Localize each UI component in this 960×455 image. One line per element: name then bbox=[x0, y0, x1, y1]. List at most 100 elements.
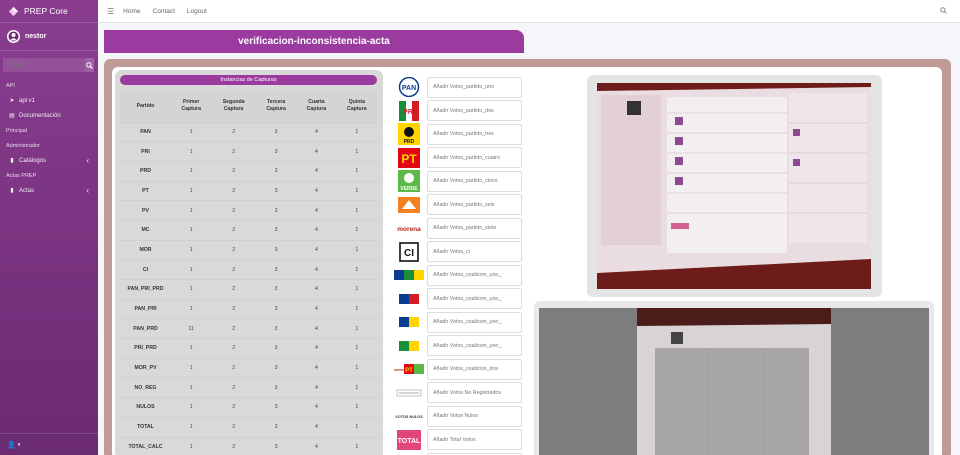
svg-text:morena: morena bbox=[394, 368, 405, 372]
search-input[interactable] bbox=[3, 58, 85, 72]
acta-preview-icon bbox=[539, 308, 929, 455]
form-row: PT bbox=[394, 147, 528, 169]
column-header-partido: Partido bbox=[120, 91, 171, 122]
nav-link-home[interactable]: Home bbox=[123, 8, 140, 15]
table-row: PRD 1 2 3 4 1 bbox=[120, 160, 377, 182]
capture-cell: 1 bbox=[336, 141, 377, 162]
votes-input[interactable] bbox=[427, 76, 522, 98]
header-text: Primer bbox=[182, 99, 200, 106]
footer-user-menu[interactable]: 👤 ▾ bbox=[0, 433, 98, 455]
sidebar-item-documentacion[interactable]: ▤ Documentación bbox=[0, 108, 98, 123]
acta-image-preview[interactable] bbox=[539, 308, 929, 455]
pri-logo-icon: PRI bbox=[394, 100, 424, 121]
capture-cell: 4 bbox=[296, 436, 337, 455]
table-row: PAN_PRI_PRD 1 2 3 4 1 bbox=[120, 279, 377, 300]
svg-text:morena: morena bbox=[397, 226, 421, 233]
sidebar-item-api-v1[interactable]: ➤ api v1 bbox=[0, 93, 98, 108]
capture-cell: 1 bbox=[171, 436, 212, 455]
capture-cell: 1 bbox=[336, 377, 377, 398]
votes-input[interactable] bbox=[427, 170, 522, 192]
form-row: CI bbox=[394, 241, 528, 263]
votes-input[interactable] bbox=[427, 358, 522, 380]
coalicion-pan-pri-prd-icon bbox=[394, 265, 424, 285]
coalicion-pan-prd-icon bbox=[394, 312, 424, 332]
capture-cell: 1 bbox=[171, 397, 212, 418]
capture-cell: 1 bbox=[336, 397, 377, 418]
votes-input[interactable] bbox=[427, 382, 522, 403]
section-actas-prep: Actas PREP bbox=[6, 173, 37, 179]
votes-input[interactable] bbox=[427, 100, 522, 121]
capture-cell: 2 bbox=[211, 357, 256, 378]
svg-text:VOTOS NULOS: VOTOS NULOS bbox=[395, 415, 423, 419]
table-row: NULOS 1 2 3 4 1 bbox=[120, 397, 377, 418]
capture-cell: 2 bbox=[211, 338, 256, 359]
party-cell: MC bbox=[120, 219, 171, 241]
votes-input[interactable] bbox=[427, 405, 522, 427]
table-row: PT 1 2 3 4 1 bbox=[120, 180, 377, 201]
header-text: Segunda bbox=[222, 99, 245, 106]
votes-input[interactable] bbox=[427, 429, 522, 450]
capture-cell: 4 bbox=[296, 160, 337, 182]
capture-cell: 4 bbox=[296, 397, 337, 418]
table-row: PRI 1 2 3 4 1 bbox=[120, 141, 377, 162]
acta-image[interactable] bbox=[597, 83, 871, 289]
capture-cell: 11 bbox=[171, 318, 212, 339]
capturas-table: Partido Primer Captura Segunda Captura Ter… bbox=[120, 91, 377, 455]
header-text: Tercera bbox=[266, 99, 286, 106]
hamburger-icon[interactable]: ☰ bbox=[107, 7, 114, 16]
party-cell: MOR bbox=[120, 239, 171, 260]
svg-text:PRI: PRI bbox=[403, 109, 415, 116]
capture-cell: 1 bbox=[171, 239, 212, 260]
svg-text:PT: PT bbox=[405, 368, 413, 374]
capture-cell: 4 bbox=[296, 338, 337, 359]
mc-logo-icon bbox=[394, 195, 424, 215]
capture-cell: 2 bbox=[211, 200, 256, 221]
votes-input[interactable] bbox=[427, 123, 522, 145]
capture-cell: 3 bbox=[255, 298, 297, 319]
capture-cell: 2 bbox=[211, 141, 256, 162]
party-cell: PRD bbox=[120, 160, 171, 182]
capture-cell: 1 bbox=[336, 279, 377, 300]
sidebar-item-actas[interactable]: ▮ Actas ‹ bbox=[0, 183, 98, 198]
nav-link-contact[interactable]: Contact bbox=[153, 8, 175, 15]
brand[interactable]: PREP Core bbox=[0, 0, 98, 23]
ci-logo-icon: CI bbox=[394, 241, 424, 262]
capture-cell: 2 bbox=[211, 377, 256, 398]
capture-cell: 3 bbox=[255, 239, 297, 260]
nav-link-logout[interactable]: Logout bbox=[187, 8, 207, 15]
table-row: PRI_PRD 1 2 3 4 1 bbox=[120, 338, 377, 359]
votes-input[interactable] bbox=[427, 147, 522, 168]
votes-input[interactable] bbox=[427, 264, 522, 286]
table-row: PAN_PRI 1 2 3 4 1 bbox=[120, 298, 377, 319]
form-row: PAN bbox=[394, 76, 528, 98]
header-text: Captura bbox=[223, 106, 244, 113]
coalicion-pan-pri-icon bbox=[394, 289, 424, 309]
search-button[interactable] bbox=[85, 58, 94, 72]
capture-cell: 4 bbox=[296, 377, 337, 398]
sidebar-item-catalogos[interactable]: ▮ Catálogos ‹ bbox=[0, 153, 98, 168]
votes-input[interactable] bbox=[427, 288, 522, 309]
no-registrados-icon bbox=[394, 383, 424, 403]
pan-logo-icon: PAN bbox=[394, 77, 424, 97]
votes-input[interactable] bbox=[427, 217, 522, 239]
capture-cell: 3 bbox=[255, 357, 297, 378]
capture-cell: 1 bbox=[336, 416, 377, 437]
form-row bbox=[394, 264, 528, 286]
votes-input[interactable] bbox=[427, 311, 522, 333]
capture-cell: 1 bbox=[171, 338, 212, 359]
votes-input[interactable] bbox=[427, 335, 522, 356]
table-row: NO_REG 1 2 3 4 1 bbox=[120, 377, 377, 398]
topbar: ☰ Home Contact Logout bbox=[98, 0, 960, 23]
party-cell: NULOS bbox=[120, 397, 171, 418]
topbar-search-icon[interactable] bbox=[940, 7, 947, 16]
votes-input[interactable] bbox=[427, 194, 522, 215]
capture-cell: 2 bbox=[211, 436, 256, 455]
party-cell: TOTAL_CALC bbox=[120, 436, 171, 455]
user-panel[interactable]: nestor bbox=[0, 23, 98, 51]
votes-input[interactable] bbox=[427, 241, 522, 262]
capture-cell: 1 bbox=[171, 160, 212, 182]
capture-cell: 1 bbox=[336, 160, 377, 182]
sidebar-item-label: Documentación bbox=[19, 112, 61, 119]
form-row: VERDE bbox=[394, 170, 528, 192]
capture-cell: 4 bbox=[296, 121, 337, 142]
